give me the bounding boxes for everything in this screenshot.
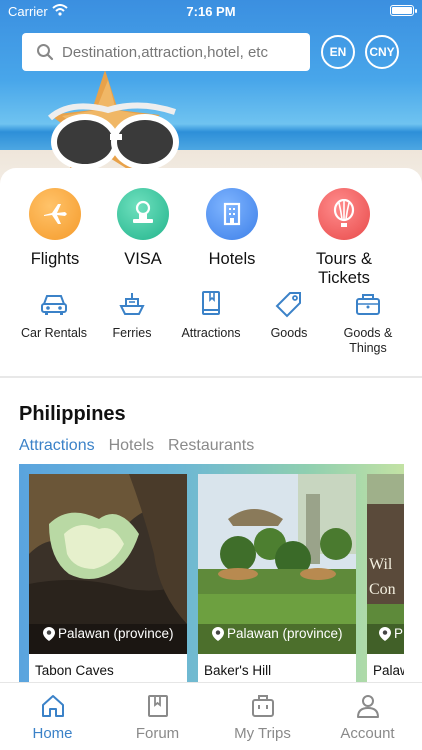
ship-icon <box>119 293 145 315</box>
briefcase-icon <box>251 695 274 717</box>
category-attractions[interactable]: Attractions <box>166 290 256 341</box>
tab-label: Home <box>32 725 73 742</box>
place-location-text: Palawan (province) <box>58 626 174 641</box>
status-time: 7:16 PM <box>186 4 236 19</box>
car-icon <box>41 295 67 315</box>
place-location: Palawan (province) <box>212 626 343 641</box>
place-location: Palawan (province) <box>43 626 174 641</box>
category-goods[interactable]: Goods <box>244 290 334 341</box>
bottom-tab-bar: Home Forum My Trips Account <box>0 682 422 750</box>
category-label: Hotels <box>208 250 256 268</box>
place-name: Tabon Caves <box>35 663 114 678</box>
region-title: Philippines <box>19 403 126 425</box>
svg-text:Wil: Wil <box>369 556 393 573</box>
place-photo-cave: Palawan (province) <box>29 474 187 654</box>
tab-forum[interactable]: Forum <box>105 693 210 742</box>
category-ferries[interactable]: Ferries <box>87 290 177 341</box>
tab-my-trips[interactable]: My Trips <box>210 693 315 742</box>
category-car-rentals[interactable]: Car Rentals <box>9 290 99 341</box>
tab-label: My Trips <box>234 725 291 742</box>
category-label: Ferries <box>112 326 152 340</box>
category-goods-things[interactable]: Goods & Things <box>323 290 413 356</box>
book-icon <box>202 291 220 315</box>
svg-text:Con: Con <box>369 581 396 598</box>
search-input[interactable] <box>62 43 292 61</box>
category-label: Car Rentals <box>21 326 87 340</box>
building-icon <box>206 188 258 240</box>
places-carousel[interactable]: Palawan (province) Tabon Caves Palawan (… <box>19 464 404 684</box>
status-bar: Carrier 7:16 PM <box>0 0 422 24</box>
category-tours-tickets[interactable]: Tours & Tickets <box>289 188 399 288</box>
place-name: Palaw <box>373 663 404 678</box>
tab-hotels[interactable]: Hotels <box>109 437 154 455</box>
forum-icon <box>147 695 168 717</box>
place-card[interactable]: Wil Con P Palaw <box>367 474 404 684</box>
starfish-sunglasses-image <box>47 70 179 180</box>
tab-label: Forum <box>135 725 180 742</box>
location-pin-icon <box>43 626 55 641</box>
tag-icon <box>275 292 301 318</box>
main-categories: Flights VISA Hotels Tours & Tickets <box>0 188 422 287</box>
location-pin-icon <box>212 626 224 641</box>
place-photo-garden: Palawan (province) <box>198 474 356 654</box>
language-button[interactable]: EN <box>321 35 355 69</box>
balloon-icon <box>318 188 370 240</box>
visa-stamp-icon <box>117 188 169 240</box>
tab-home[interactable]: Home <box>0 693 105 742</box>
region-tabs: Attractions Hotels Restaurants <box>19 437 254 455</box>
home-icon <box>41 695 64 717</box>
place-name: Baker's Hill <box>204 663 272 678</box>
place-location-text: P <box>394 626 404 641</box>
battery-icon <box>390 5 417 16</box>
tab-restaurants[interactable]: Restaurants <box>168 437 254 455</box>
airplane-icon <box>29 188 81 240</box>
section-divider <box>0 376 422 378</box>
place-location: P <box>379 626 403 641</box>
sub-categories: Car Rentals Ferries Attractions Goods Go… <box>0 290 422 370</box>
category-hotels[interactable]: Hotels <box>177 188 287 269</box>
person-icon <box>356 695 379 718</box>
search-bar[interactable] <box>22 33 310 71</box>
tab-label: Account <box>340 725 395 742</box>
currency-button[interactable]: CNY <box>365 35 399 69</box>
category-label: Goods <box>270 326 308 340</box>
place-location-text: Palawan (province) <box>227 626 343 641</box>
tab-attractions[interactable]: Attractions <box>19 437 95 455</box>
place-photo-wildlife-sign: Wil Con P <box>367 474 404 654</box>
category-label: Attractions <box>181 326 241 340</box>
place-card[interactable]: Palawan (province) Tabon Caves <box>29 474 187 684</box>
basket-icon <box>356 294 380 315</box>
location-pin-icon <box>379 626 391 641</box>
tab-account[interactable]: Account <box>315 693 420 742</box>
search-icon <box>37 44 54 61</box>
category-label: Goods & Things <box>343 326 393 355</box>
place-card[interactable]: Palawan (province) Baker's Hill <box>198 474 356 684</box>
category-label: Tours & Tickets <box>316 250 372 287</box>
